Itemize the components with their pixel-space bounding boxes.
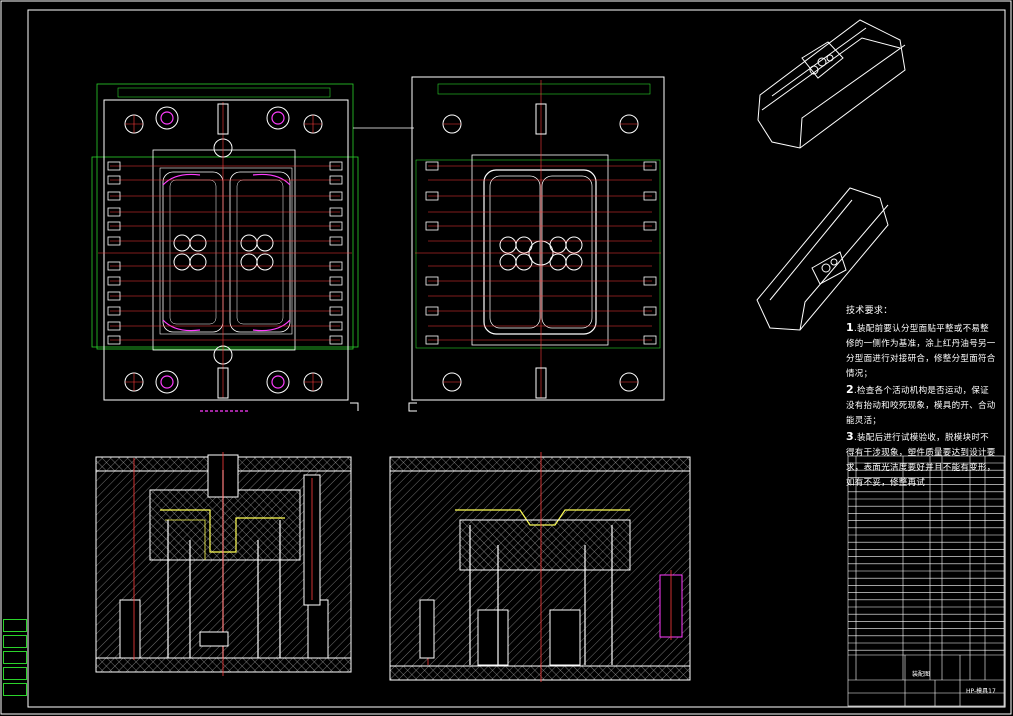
note-item: 2.检查各个活动机构是否运动，保证没有抬动和咬死现象，模具的开、合动能灵活；	[846, 383, 996, 426]
plan-view-left	[91, 83, 359, 412]
revision-stamp	[3, 635, 27, 648]
revision-stamp	[3, 683, 27, 696]
plan-view-right	[408, 76, 665, 412]
drawing-title: 装配图	[912, 671, 931, 678]
revision-stamp	[3, 667, 27, 680]
notes-title: 技术要求：	[846, 306, 893, 316]
section-view-left	[95, 452, 352, 676]
revision-stamp	[3, 619, 27, 632]
revision-stamp	[3, 651, 27, 664]
note-item: 1.装配前要认分型面贴平整或不易整修的一侧作为基准，涂上红丹油号另一分型面进行对…	[846, 321, 996, 379]
section-view-right	[389, 452, 691, 682]
note-item: 3.装配后进行试模验收，脱模块时不得有干涉现象，塑件质量要达到设计要求，表面光洁…	[846, 430, 996, 488]
drawing-number: HP-模具17	[966, 688, 996, 695]
technical-requirements: 技术要求： 1.装配前要认分型面贴平整或不易整修的一侧作为基准，涂上红丹油号另一…	[846, 304, 996, 491]
part-isometric-top	[757, 19, 906, 149]
